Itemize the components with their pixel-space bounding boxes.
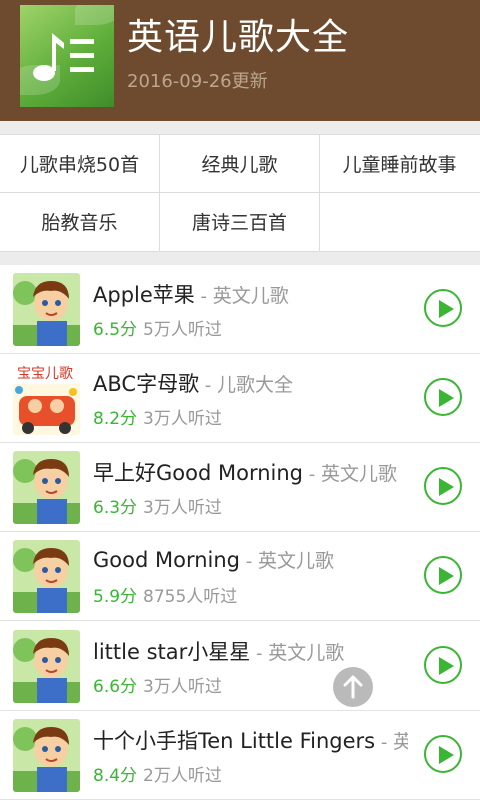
song-title: 十个小手指Ten Little Fingers xyxy=(93,729,376,753)
play-count: 2万人听过 xyxy=(143,766,222,786)
separator: - xyxy=(250,643,269,664)
divider xyxy=(319,135,320,251)
song-row[interactable]: Good Morning - 英文儿歌 5.9分 8755人听过 xyxy=(0,532,480,621)
song-score: 8.2分 xyxy=(93,409,138,429)
song-category: 英文儿歌 xyxy=(212,285,289,307)
song-row[interactable]: 早上好Good Morning - 英文儿歌 6.3分 3万人听过 xyxy=(0,443,480,532)
separator: - xyxy=(199,375,218,396)
song-thumbnail xyxy=(13,630,80,703)
song-thumbnail xyxy=(13,719,80,792)
song-score: 8.4分 xyxy=(93,766,138,786)
song-category: 儿歌大全 xyxy=(217,374,294,396)
play-count: 3万人听过 xyxy=(143,498,222,518)
song-thumbnail xyxy=(13,451,80,524)
song-thumbnail: 宝宝儿歌 xyxy=(13,362,80,435)
play-count: 5万人听过 xyxy=(143,320,222,340)
song-thumbnail xyxy=(13,540,80,613)
divider xyxy=(159,135,160,251)
play-button[interactable] xyxy=(424,646,462,684)
category-item[interactable]: 儿歌串烧50首 xyxy=(0,135,159,192)
divider xyxy=(0,192,480,193)
song-meta: 8.2分 3万人听过 xyxy=(93,404,222,429)
separator: - xyxy=(194,286,213,307)
song-title: ABC字母歌 xyxy=(93,372,200,396)
app-title: 英语儿歌大全 xyxy=(127,17,350,58)
song-score: 6.3分 xyxy=(93,498,138,518)
separator: - xyxy=(240,551,258,572)
play-icon xyxy=(439,567,454,585)
play-icon xyxy=(439,478,454,496)
song-thumbnail xyxy=(13,273,80,346)
play-button[interactable] xyxy=(424,556,462,594)
category-item[interactable]: 经典儿歌 xyxy=(160,135,319,192)
song-meta: 6.6分 3万人听过 xyxy=(93,672,222,697)
song-title: Apple苹果 xyxy=(93,283,195,307)
separator: - xyxy=(375,732,394,753)
play-button[interactable] xyxy=(424,467,462,505)
app-logo xyxy=(20,5,114,107)
song-title-line: Apple苹果 - 英文儿歌 xyxy=(93,279,408,309)
category-item[interactable]: 胎教音乐 xyxy=(0,193,159,250)
update-date: 2016-09-26更新 xyxy=(127,71,268,92)
song-category: 英文儿歌 xyxy=(268,642,345,664)
song-category: 英文儿歌 xyxy=(320,463,397,485)
song-meta: 8.4分 2万人听过 xyxy=(93,761,222,786)
song-title-line: ABC字母歌 - 儿歌大全 xyxy=(93,368,408,398)
song-meta: 5.9分 8755人听过 xyxy=(93,582,237,607)
play-button[interactable] xyxy=(424,735,462,773)
play-icon xyxy=(439,657,454,675)
app-header: 英语儿歌大全 2016-09-26更新 xyxy=(0,0,480,121)
play-icon xyxy=(439,300,454,318)
song-row[interactable]: 宝宝儿歌 ABC字母歌 - 儿歌大全 8.2分 3万人听过 xyxy=(0,354,480,443)
song-category: 英 xyxy=(393,731,408,753)
category-item[interactable]: 儿童睡前故事 xyxy=(320,135,479,192)
song-title-line: 早上好Good Morning - 英文儿歌 xyxy=(93,457,408,487)
song-score: 6.5分 xyxy=(93,320,138,340)
song-title-line: 十个小手指Ten Little Fingers - 英 xyxy=(93,725,408,755)
music-note-icon xyxy=(33,33,94,81)
song-title: 早上好Good Morning xyxy=(93,461,303,485)
song-title: little star小星星 xyxy=(93,640,251,664)
song-row[interactable]: little star小星星 - 英文儿歌 6.6分 3万人听过 xyxy=(0,622,480,711)
play-count: 8755人听过 xyxy=(143,587,238,607)
play-count: 3万人听过 xyxy=(143,677,222,697)
song-title-line: Good Morning - 英文儿歌 xyxy=(93,546,408,573)
category-item[interactable]: 唐诗三百首 xyxy=(160,193,319,250)
song-list: Apple苹果 - 英文儿歌 6.5分 5万人听过 宝宝儿歌 ABC字母歌 - 儿… xyxy=(0,265,480,800)
play-button[interactable] xyxy=(424,378,462,416)
song-category: 英文儿歌 xyxy=(257,550,334,572)
play-count: 3万人听过 xyxy=(143,409,222,429)
song-row[interactable]: 十个小手指Ten Little Fingers - 英 8.4分 2万人听过 xyxy=(0,711,480,800)
song-score: 6.6分 xyxy=(93,677,138,697)
svg-text:宝宝儿歌: 宝宝儿歌 xyxy=(17,366,73,382)
play-button[interactable] xyxy=(424,289,462,327)
song-row[interactable]: Apple苹果 - 英文儿歌 6.5分 5万人听过 xyxy=(0,265,480,354)
song-score: 5.9分 xyxy=(93,587,138,607)
song-title-line: little star小星星 - 英文儿歌 xyxy=(93,636,408,666)
separator: - xyxy=(303,464,321,485)
song-meta: 6.5分 5万人听过 xyxy=(93,315,222,340)
play-icon xyxy=(439,746,454,764)
play-icon xyxy=(439,389,454,407)
arrow-up-icon xyxy=(343,675,363,699)
scroll-to-top-button[interactable] xyxy=(333,667,373,707)
category-grid: 儿歌串烧50首 经典儿歌 儿童睡前故事 胎教音乐 唐诗三百首 xyxy=(0,134,480,252)
song-title: Good Morning xyxy=(93,548,240,572)
song-meta: 6.3分 3万人听过 xyxy=(93,493,222,518)
